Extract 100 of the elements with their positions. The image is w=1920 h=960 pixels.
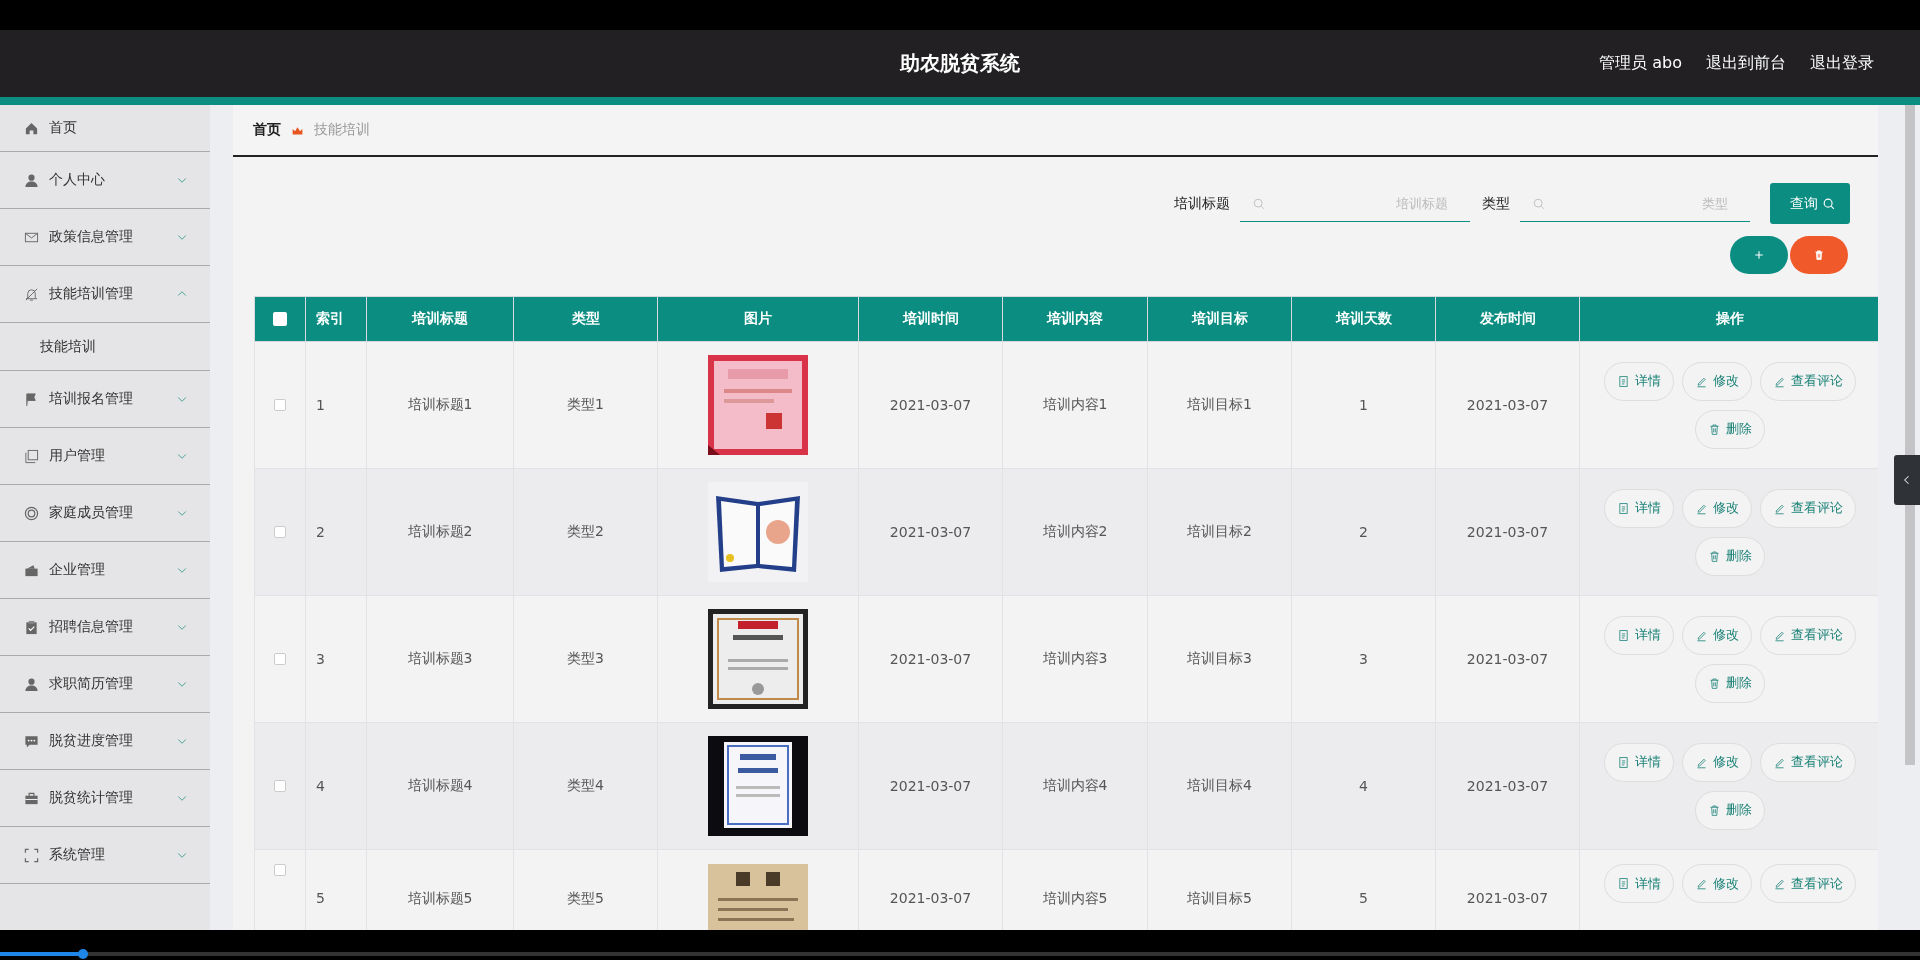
table-cell: 培训目标5: [1187, 890, 1252, 906]
menu-item[interactable]: 培训报名管理: [0, 371, 210, 428]
action-button[interactable]: 删除: [1694, 663, 1765, 703]
table-cell: 培训内容2: [1042, 523, 1108, 539]
table-cell: 类型2: [567, 523, 604, 539]
home-icon: [24, 120, 39, 136]
table-cell: 培训标题4: [407, 777, 473, 793]
action-button[interactable]: 详情: [1603, 488, 1674, 528]
header-link[interactable]: 退出到前台: [1706, 53, 1786, 74]
table-cell: 2021-03-07: [889, 524, 972, 540]
search-icon: [1532, 196, 1546, 211]
breadcrumb-link[interactable]: 首页: [253, 121, 281, 139]
table-cell: 2021-03-07: [889, 778, 972, 794]
breadcrumb-current: 技能培训: [314, 121, 370, 139]
table-cell: 5: [316, 890, 325, 906]
column-header: 图片: [744, 310, 772, 326]
action-button[interactable]: 查看评论: [1759, 864, 1856, 903]
user-icon: [24, 172, 39, 188]
action-button[interactable]: 查看评论: [1759, 488, 1856, 528]
column-header: 操作: [1715, 310, 1744, 326]
search-button[interactable]: 查询: [1770, 183, 1850, 224]
column-header: 培训标题: [412, 310, 468, 326]
table-cell: 2021-03-07: [1466, 890, 1549, 906]
table-cell: 3: [1359, 651, 1368, 667]
row-checkbox[interactable]: [274, 399, 286, 411]
menu-item[interactable]: 用户管理: [0, 428, 210, 485]
table-cell: 2021-03-07: [889, 890, 972, 906]
menu-item[interactable]: 技能培训管理: [0, 266, 210, 323]
action-button[interactable]: 查看评论: [1759, 742, 1856, 782]
trash-icon: [1707, 803, 1721, 817]
user-icon: [24, 676, 39, 692]
flag-icon: [24, 391, 39, 407]
table-cell: 类型1: [567, 396, 604, 412]
action-button[interactable]: 详情: [1603, 361, 1674, 401]
video-progress-bar[interactable]: [0, 952, 1920, 956]
scrollbar[interactable]: [1905, 105, 1915, 765]
document-icon: [1616, 628, 1630, 642]
menu-item[interactable]: 求职简历管理: [0, 656, 210, 713]
menu-item[interactable]: 政策信息管理: [0, 209, 210, 266]
table-cell: 培训内容4: [1042, 777, 1108, 793]
table-cell: 培训内容1: [1042, 396, 1108, 412]
menu-item[interactable]: 系统管理: [0, 827, 210, 884]
action-button[interactable]: 修改: [1681, 864, 1752, 903]
table-cell: 2021-03-07: [1466, 524, 1549, 540]
menu-item[interactable]: 脱贫进度管理: [0, 713, 210, 770]
progress-handle[interactable]: [77, 949, 88, 959]
action-button[interactable]: 查看评论: [1759, 361, 1856, 401]
briefcase-icon: [24, 790, 39, 806]
action-button[interactable]: 详情: [1603, 864, 1674, 903]
select-all-checkbox[interactable]: [273, 312, 287, 326]
row-checkbox[interactable]: [274, 526, 286, 538]
table-cell: 2021-03-07: [1466, 397, 1549, 413]
row-checkbox[interactable]: [274, 653, 286, 665]
action-button[interactable]: 修改: [1681, 742, 1752, 782]
action-button[interactable]: 删除: [1694, 790, 1765, 830]
menu-item[interactable]: 首页: [0, 105, 210, 152]
menu-item[interactable]: 个人中心: [0, 152, 210, 209]
table-cell: 培训标题1: [407, 396, 473, 412]
document-icon: [1616, 501, 1630, 515]
plus-icon: [1753, 249, 1765, 261]
pencil-icon: [1772, 877, 1786, 890]
action-button[interactable]: 删除: [1694, 409, 1765, 449]
table-cell: 培训目标4: [1187, 777, 1252, 793]
add-button[interactable]: [1730, 236, 1788, 274]
table-cell: 类型3: [567, 650, 604, 666]
table-cell: 3: [316, 651, 325, 667]
search-icon: [1252, 196, 1266, 211]
user-name: 管理员 abo: [1599, 53, 1682, 74]
delete-button[interactable]: [1790, 236, 1848, 274]
table-cell: 培训标题5: [407, 890, 473, 906]
trash-icon: [1813, 249, 1825, 261]
pencil-icon: [1694, 877, 1708, 890]
menu-item[interactable]: 脱贫统计管理: [0, 770, 210, 827]
collapse-tab[interactable]: [1894, 455, 1920, 505]
action-button[interactable]: 详情: [1603, 742, 1674, 782]
table-cell: 2021-03-07: [889, 651, 972, 667]
submenu-item[interactable]: 技能培训: [0, 323, 210, 371]
table-cell: 2021-03-07: [1466, 778, 1549, 794]
action-button[interactable]: 修改: [1681, 361, 1752, 401]
action-button[interactable]: 修改: [1681, 488, 1752, 528]
menu-item[interactable]: 家庭成员管理: [0, 485, 210, 542]
action-button[interactable]: 删除: [1694, 536, 1765, 576]
menu-item[interactable]: 企业管理: [0, 542, 210, 599]
table-cell: 类型4: [567, 777, 604, 793]
clipboard-icon: [24, 619, 39, 635]
table-cell: 2: [316, 524, 325, 540]
menu-item[interactable]: 招聘信息管理: [0, 599, 210, 656]
bell-off-icon: [24, 286, 39, 302]
header-link[interactable]: 退出登录: [1810, 53, 1874, 74]
row-checkbox[interactable]: [274, 864, 286, 876]
action-button[interactable]: 查看评论: [1759, 615, 1856, 655]
action-button[interactable]: 修改: [1681, 615, 1752, 655]
action-button[interactable]: 详情: [1603, 615, 1674, 655]
table-cell: 4: [1359, 778, 1368, 794]
table-cell: 培训目标1: [1187, 396, 1252, 412]
chat-icon: [24, 733, 39, 749]
column-header: 类型: [571, 310, 600, 326]
trash-icon: [1707, 549, 1721, 563]
row-checkbox[interactable]: [274, 780, 286, 792]
table-cell: 培训目标2: [1187, 523, 1252, 539]
